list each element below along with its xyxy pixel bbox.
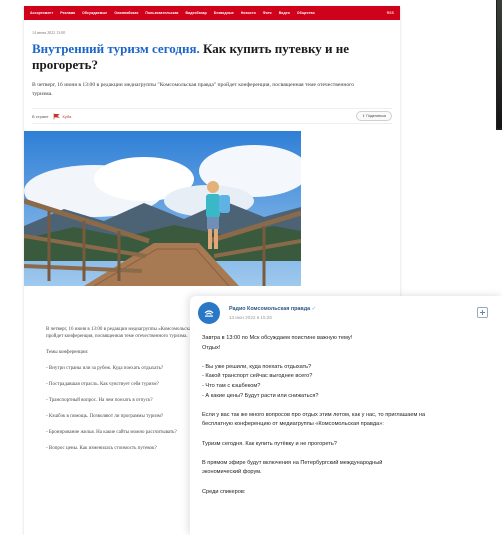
nav-item[interactable]: Видео (279, 11, 290, 15)
nav-item[interactable]: Ассортимент (30, 11, 53, 15)
verified-icon: ✓ (311, 305, 317, 312)
nav-item[interactable]: Пользовательская (145, 11, 178, 15)
article-title: Внутренний туризм сегодня. Как купить пу… (32, 41, 380, 73)
article-date: 14 июня 2022 13:00 (32, 30, 66, 35)
nav-item[interactable]: Реклама (60, 11, 75, 15)
flag-icon (53, 113, 60, 120)
meta-label: В стране (32, 113, 49, 119)
radio-logo-icon[interactable] (198, 301, 220, 324)
post-header: Радио Комсомольская правда ✓ 13 июн 2022… (190, 296, 502, 324)
article-tag-link[interactable]: Куба (63, 114, 72, 119)
social-post: Радио Комсомольская правда ✓ 13 июн 2022… (190, 296, 502, 535)
nav-item[interactable]: Олимпийская (114, 11, 138, 15)
top-navigation: Ассортимент Реклама Обсуждаемые Олимпийская… (24, 6, 400, 20)
article-meta-bar: В стране Куба ⇪ Поделиться (32, 108, 392, 124)
channel-name[interactable]: Радио Комсомольская правда ✓ (229, 306, 316, 312)
nav-item[interactable]: Обсуждаемые (82, 11, 107, 15)
share-button[interactable]: ⇪ Поделиться (356, 111, 392, 121)
channel-name-text[interactable]: Радио Комсомольская правда (229, 306, 310, 312)
article-lead: В четверг, 16 июня в 13:00 в редакции ме… (32, 82, 355, 97)
nav-item[interactable]: Видеобазар (186, 11, 207, 15)
corner-photo (497, 0, 502, 128)
nav-item[interactable]: Безвидные (214, 11, 234, 15)
share-label: Поделиться (366, 114, 386, 118)
post-date[interactable]: 13 июн 2022 в 15:26 (229, 315, 316, 320)
nav-item[interactable]: Фото (263, 11, 272, 15)
nav-item[interactable]: Новости (241, 11, 256, 15)
article-title-accent: Внутренний туризм сегодня. (32, 41, 200, 56)
nav-right-item[interactable]: RSS (387, 11, 394, 15)
plus-icon[interactable] (477, 307, 488, 318)
nav-item[interactable]: Общество (297, 11, 315, 15)
post-author-block: Радио Комсомольская правда ✓ 13 июн 2022… (229, 306, 316, 320)
article-photo (24, 131, 301, 286)
post-text: Завтра в 13:00 по Мск обсуждаем поистине… (202, 335, 426, 495)
